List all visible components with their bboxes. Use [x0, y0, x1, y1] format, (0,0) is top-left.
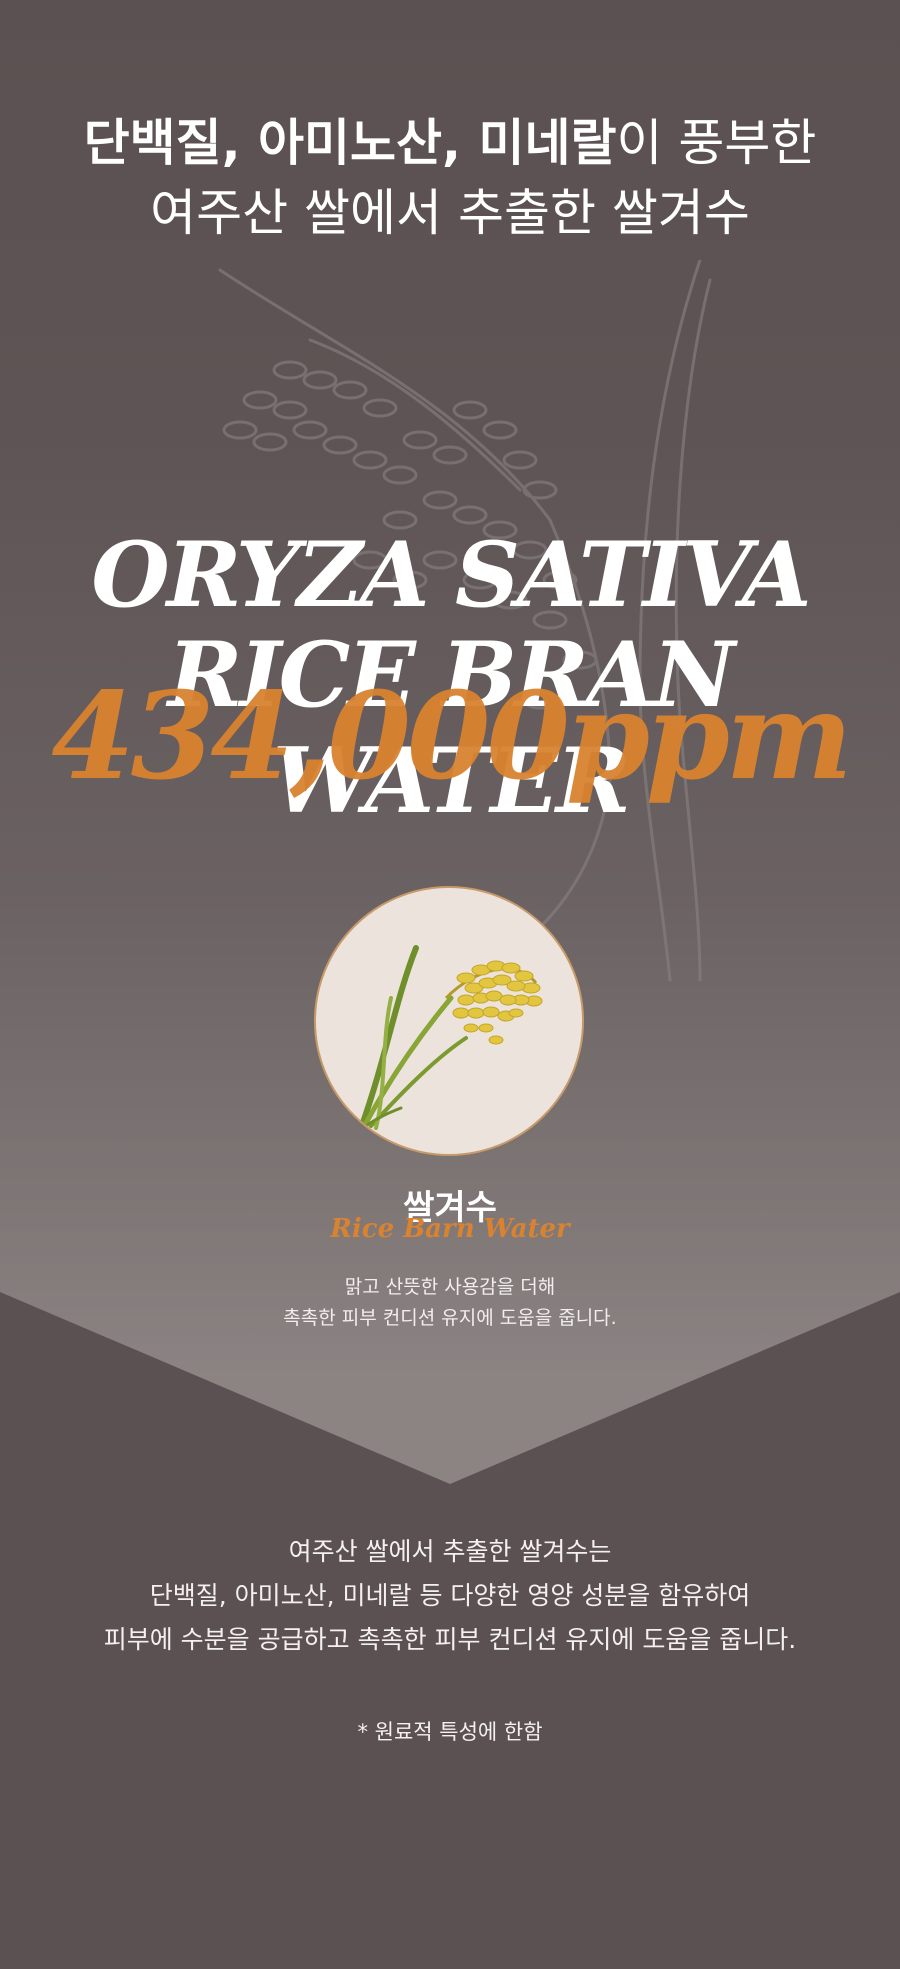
body-line1: 여주산 쌀에서 추출한 쌀겨수는 — [288, 1537, 612, 1566]
headline-bold-text: 단백질, 아미노산, 미네랄 — [83, 114, 617, 172]
ppm-value: 434,000ppm — [51, 666, 853, 807]
product-name-en: Rice Barn Water — [330, 1214, 570, 1244]
description-line2: 촉촉한 피부 컨디션 유지에 도움을 줍니다. — [283, 1307, 617, 1329]
headline-line2: 여주산 쌀에서 추출한 쌀겨수 — [150, 184, 750, 242]
rice-photo-circle — [314, 886, 584, 1156]
headline-line1: 단백질, 아미노산, 미네랄이 풍부한 — [0, 108, 900, 178]
headline: 단백질, 아미노산, 미네랄이 풍부한 여주산 쌀에서 추출한 쌀겨수 — [0, 108, 900, 248]
body-text: 여주산 쌀에서 추출한 쌀겨수는 단백질, 아미노산, 미네랄 등 다양한 영양… — [0, 1530, 900, 1662]
footnote: * 원료적 특성에 한함 — [357, 1720, 543, 1744]
rice-plant-icon — [354, 945, 543, 1135]
headline-regular-text: 이 풍부한 — [616, 114, 817, 172]
body-line2: 단백질, 아미노산, 미네랄 등 다양한 영양 성분을 함유하여 — [149, 1581, 751, 1610]
title-line1: ORYZA SATIVA — [91, 522, 811, 628]
description-line1: 맑고 산뜻한 사용감을 더해 — [344, 1276, 556, 1298]
page: 단백질, 아미노산, 미네랄이 풍부한 여주산 쌀에서 추출한 쌀겨수 ORYZ… — [0, 0, 900, 1969]
product-description: 맑고 산뜻한 사용감을 더해 촉촉한 피부 컨디션 유지에 도움을 줍니다. — [0, 1272, 900, 1334]
body-line3: 피부에 수분을 공급하고 촉촉한 피부 컨디션 유지에 도움을 줍니다. — [103, 1625, 797, 1654]
